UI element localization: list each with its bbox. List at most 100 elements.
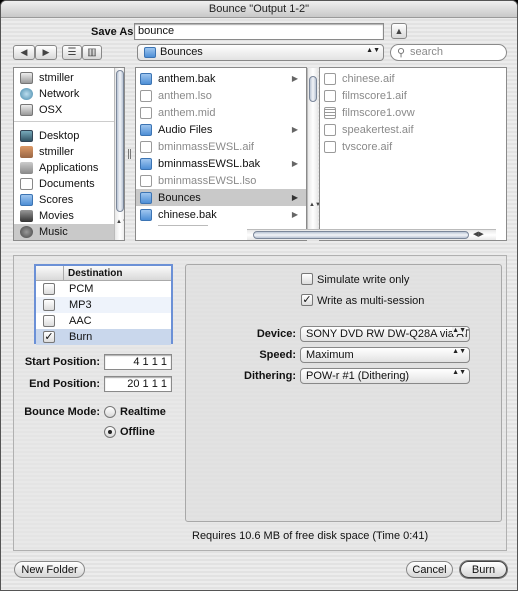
popup-arrows-icon: ▲▼ (366, 47, 380, 54)
sidebar-scroll-thumb[interactable] (116, 70, 124, 212)
column-view-button[interactable]: ▥ (82, 45, 102, 60)
applications-icon (20, 162, 33, 174)
disclosure-arrow-icon: ▶ (291, 210, 298, 219)
disclosure-arrow-icon: ▶ (291, 125, 298, 134)
sidebar-item-network[interactable]: Network (14, 86, 114, 102)
offline-label: Offline (120, 426, 155, 438)
list-item[interactable]: anthem.mid (136, 104, 306, 121)
cancel-button[interactable]: Cancel (406, 561, 453, 578)
sidebar-item-home[interactable]: stmiller (14, 144, 114, 160)
aac-checkbox[interactable] (43, 315, 55, 327)
new-folder-button[interactable]: New Folder (14, 561, 85, 578)
hard-disk-icon (20, 72, 33, 84)
list-item[interactable]: Audio Files ▶ (136, 121, 306, 138)
column-1-scrollbar[interactable]: ▲▼ (307, 68, 321, 240)
forward-button[interactable]: ▶ (35, 45, 57, 60)
disk-space-requirement: Requires 10.6 MB of free disk space (Tim… (192, 530, 429, 542)
search-field[interactable]: ⚲ search (390, 44, 507, 61)
document-icon (324, 89, 336, 102)
list-item-label: filmscore1.aif (342, 89, 407, 102)
list-item[interactable]: anthem.lso (136, 87, 306, 104)
back-arrow-icon: ◀ (20, 47, 28, 57)
sidebar-item-music[interactable]: Music (14, 224, 114, 240)
folder-icon (140, 157, 152, 170)
list-item-label: anthem.bak (158, 72, 216, 85)
sidebar-item-label: Network (39, 88, 80, 100)
sidebar-item-applications[interactable]: Applications (14, 160, 114, 176)
destination-row-burn[interactable]: ✓ Burn (36, 329, 171, 345)
destination-table-header: Destination (36, 266, 171, 281)
list-item[interactable]: bminmassEWSL.bak ▶ (136, 155, 306, 172)
browser-horizontal-scrollbar[interactable]: ◀▶ (247, 229, 496, 240)
mp3-checkbox[interactable] (43, 299, 55, 311)
column-1-scroll-thumb[interactable] (309, 76, 317, 102)
search-placeholder: search (410, 46, 444, 58)
sidebar-item-label: Documents (39, 178, 95, 190)
hard-disk-icon (20, 104, 33, 116)
sidebar-item-label: OSX (39, 104, 63, 116)
list-item[interactable]: chinese.bak ▶ (136, 206, 306, 223)
list-item[interactable]: anthem.bak ▶ (136, 70, 306, 87)
documents-icon (20, 178, 33, 190)
list-item-label: speakertest.aif (342, 123, 414, 136)
multi-session-checkbox[interactable]: ✓ (301, 294, 313, 306)
device-popup[interactable]: SONY DVD RW DW-Q28A via AT ▲▼ (300, 326, 470, 342)
end-position-field[interactable]: 20 1 1 1 (104, 376, 172, 392)
destination-label: Burn (69, 331, 93, 343)
dithering-popup[interactable]: POW-r #1 (Dithering) ▲▼ (300, 368, 470, 384)
sidebar-scrollbar[interactable]: ▲▼ (114, 68, 124, 240)
sidebar-item-osx[interactable]: OSX (14, 102, 114, 118)
destination-row-aac[interactable]: AAC (36, 313, 171, 329)
multi-session-label: Write as multi-session (317, 295, 425, 307)
realtime-radio[interactable] (104, 406, 116, 418)
simulate-write-checkbox[interactable] (301, 273, 313, 285)
offline-radio[interactable] (104, 426, 116, 438)
list-item[interactable]: filmscore1.ovw (320, 104, 500, 121)
destination-table: Destination PCM MP3 AAC ✓ Burn (34, 264, 173, 345)
list-item-selected[interactable]: Bounces ▶ (136, 189, 306, 206)
save-as-field[interactable]: bounce (134, 23, 384, 40)
sidebar-splitter[interactable] (128, 149, 131, 159)
sidebar-item-documents[interactable]: Documents (14, 176, 114, 192)
sidebar-item-label: Desktop (39, 130, 80, 142)
sidebar-item-desktop[interactable]: Desktop (14, 128, 114, 144)
horizontal-scroll-thumb[interactable] (253, 231, 469, 239)
sidebar-item-scores[interactable]: Scores (14, 192, 114, 208)
list-item[interactable]: bminmassEWSL.lso (136, 172, 306, 189)
list-item[interactable]: filmscore1.aif (320, 87, 500, 104)
list-item[interactable]: tvscore.aif (320, 138, 500, 155)
sidebar: stmiller Network OSX Desktop stmiller Ap… (13, 67, 125, 241)
destination-row-mp3[interactable]: MP3 (36, 297, 171, 313)
list-item-label: bminmassEWSL.lso (158, 174, 257, 187)
sidebar-item-movies[interactable]: Movies (14, 208, 114, 224)
document-icon (140, 174, 152, 187)
burn-checkbox[interactable]: ✓ (43, 331, 55, 343)
horizontal-scroll-arrows-icon[interactable]: ◀▶ (473, 230, 484, 239)
list-view-button[interactable]: ☰ (62, 45, 82, 60)
overview-file-icon (324, 106, 336, 119)
burn-button[interactable]: Burn (460, 561, 507, 578)
location-popup[interactable]: Bounces ▲▼ (137, 44, 384, 61)
destination-label: MP3 (69, 299, 92, 311)
list-item[interactable]: speakertest.aif (320, 121, 500, 138)
start-position-field[interactable]: 4 1 1 1 (104, 354, 172, 370)
sidebar-item-stmiller-disk[interactable]: stmiller (14, 70, 114, 86)
document-icon (324, 123, 336, 136)
sidebar-item-label: stmiller (39, 146, 74, 158)
dithering-value: POW-r #1 (Dithering) (306, 370, 410, 382)
speed-popup[interactable]: Maximum ▲▼ (300, 347, 470, 363)
destination-row-pcm[interactable]: PCM (36, 281, 171, 297)
list-item[interactable]: chinese.aif (320, 70, 500, 87)
sidebar-item-label: Applications (39, 162, 99, 174)
sidebar-item-label: Scores (39, 194, 74, 206)
list-item[interactable]: bminmassEWSL.aif (136, 138, 306, 155)
device-label: Device: (256, 328, 296, 340)
file-column-2: chinese.aif filmscore1.aif filmscore1.ov… (319, 67, 507, 241)
pcm-checkbox[interactable] (43, 283, 55, 295)
popup-arrows-icon: ▲▼ (452, 369, 466, 376)
popup-arrows-icon: ▲▼ (452, 327, 466, 334)
scroll-arrows-icon[interactable]: ▲▼ (116, 218, 124, 226)
expand-dialog-button[interactable]: ▲ (391, 23, 407, 39)
disclosure-up-icon: ▲ (394, 26, 404, 36)
back-button[interactable]: ◀ (13, 45, 35, 60)
